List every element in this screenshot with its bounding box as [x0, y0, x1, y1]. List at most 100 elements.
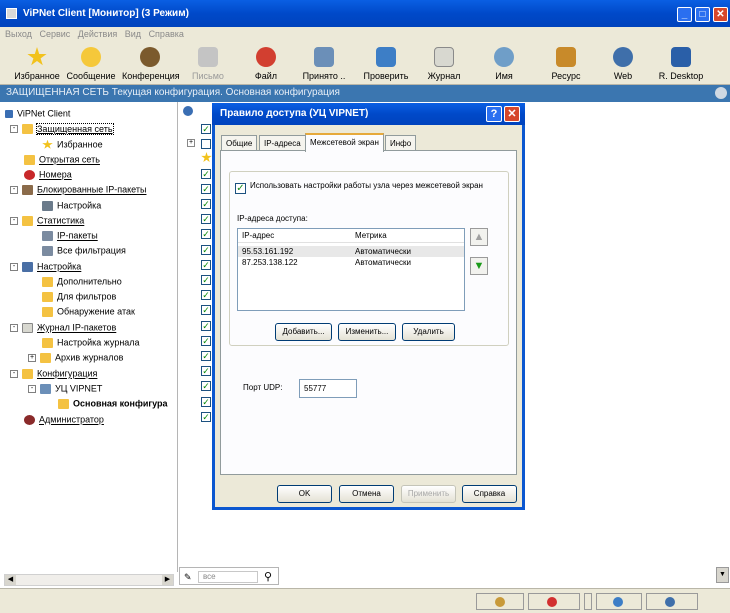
toolbar-received-button[interactable]: Принято .. — [300, 47, 348, 81]
expand-toggle[interactable]: + — [28, 353, 36, 362]
toolbar-file-button[interactable]: Файл — [246, 47, 286, 81]
scroll-down-arrow[interactable]: ▼ — [716, 567, 729, 583]
toolbar-favorites-button[interactable]: Избранное — [14, 47, 60, 81]
tab-general[interactable]: Общие — [221, 135, 258, 151]
tree-item-configuration[interactable]: - Конфигурация — [10, 366, 97, 380]
tree-item-main-configuration[interactable]: Основная конфигура — [58, 396, 168, 410]
toolbar-check-button[interactable]: Проверить — [360, 47, 412, 81]
node-checkbox[interactable]: ✓ — [201, 321, 211, 331]
expand-toggle[interactable]: - — [28, 384, 36, 393]
node-checkbox[interactable]: ✓ — [201, 397, 211, 407]
tree-item-statistics[interactable]: - Статистика — [10, 213, 84, 227]
dialog-close-button[interactable]: ✕ — [504, 106, 520, 122]
node-checkbox[interactable]: ✓ — [201, 381, 211, 391]
node-checkbox[interactable]: ✓ — [201, 124, 211, 134]
expand-toggle[interactable]: - — [10, 369, 18, 378]
delete-button[interactable]: Удалить — [402, 323, 455, 341]
toolbar-web-button[interactable]: Web — [606, 47, 640, 81]
scroll-right-arrow[interactable]: ▶ — [162, 575, 173, 585]
help-button[interactable]: Справка — [462, 485, 517, 503]
expand-toggle[interactable]: - — [10, 323, 18, 332]
status-mail-button[interactable] — [596, 593, 642, 610]
status-user-button[interactable] — [476, 593, 524, 610]
edit-button[interactable]: Изменить... — [338, 323, 396, 341]
node-checkbox[interactable]: ✓ — [201, 260, 211, 270]
tree-item-additional[interactable]: Дополнительно — [42, 274, 122, 288]
tree-root[interactable]: ViPNet Client — [5, 106, 70, 120]
status-block-button[interactable] — [528, 593, 580, 610]
toolbar-journal-button[interactable]: Журнал — [424, 47, 464, 81]
ok-button[interactable]: OK — [277, 485, 332, 503]
search-icon[interactable]: ⚲ — [264, 570, 272, 583]
tab-ip-addresses[interactable]: IP-адреса — [259, 135, 306, 151]
list-expand-toggle[interactable]: + — [187, 139, 195, 147]
tab-firewall[interactable]: Межсетевой экран — [305, 133, 384, 152]
column-ip-address[interactable]: IP-адрес — [242, 231, 274, 240]
node-checkbox[interactable]: ✓ — [201, 184, 211, 194]
expand-toggle[interactable]: - — [10, 262, 18, 271]
node-checkbox[interactable]: ✓ — [201, 351, 211, 361]
menu-service[interactable]: Сервис — [39, 29, 70, 39]
menu-exit[interactable]: Выход — [5, 29, 32, 39]
tree-item-blocked-settings[interactable]: Настройка — [42, 198, 101, 212]
search-input[interactable]: все — [198, 571, 258, 583]
node-checkbox[interactable]: ✓ — [201, 275, 211, 285]
cancel-button[interactable]: Отмена — [339, 485, 394, 503]
toolbar-resource-button[interactable]: Ресурс — [546, 47, 586, 81]
node-checkbox[interactable]: ✓ — [201, 199, 211, 209]
expand-toggle[interactable]: - — [10, 185, 18, 194]
status-arrow[interactable] — [584, 593, 592, 610]
node-checkbox[interactable] — [201, 139, 211, 149]
tree-item-journal-archive[interactable]: + Архив журналов — [28, 350, 123, 364]
toolbar-conference-button[interactable]: Конференция — [122, 47, 180, 81]
ip-list-row[interactable]: 95.53.161.192 Автоматически — [238, 246, 464, 257]
tree-item-numbers[interactable]: Номера — [24, 167, 72, 181]
toolbar-message-button[interactable]: Сообщение — [66, 47, 116, 81]
ip-list-row[interactable]: 87.253.138.122 Автоматически — [238, 257, 464, 268]
tree-item-uc-vipnet[interactable]: - УЦ VIPNET — [28, 381, 102, 395]
tree-item-settings[interactable]: - Настройка — [10, 259, 81, 273]
use-firewall-checkbox[interactable]: ✓ — [235, 183, 246, 194]
scroll-left-arrow[interactable]: ◀ — [5, 575, 16, 585]
node-checkbox[interactable]: ✓ — [201, 214, 211, 224]
tree-item-ip-journal[interactable]: - Журнал IP-пакетов — [10, 320, 116, 334]
tree-item-protected-network[interactable]: - Защищенная сеть — [10, 121, 114, 135]
minimize-button[interactable]: _ — [677, 7, 692, 22]
column-metric[interactable]: Метрика — [355, 231, 387, 240]
menu-help[interactable]: Справка — [149, 29, 184, 39]
tree-item-journal-settings[interactable]: Настройка журнала — [42, 335, 140, 349]
menu-view[interactable]: Вид — [125, 29, 141, 39]
ip-address-list[interactable]: IP-адрес Метрика 95.53.161.192 Автоматич… — [237, 228, 465, 311]
toolbar-remote-desktop-button[interactable]: R. Desktop — [655, 47, 707, 81]
node-checkbox[interactable]: ✓ — [201, 229, 211, 239]
tree-item-filtering[interactable]: Все фильтрация — [42, 243, 126, 257]
tree-item-ip-packets[interactable]: IP-пакеты — [42, 228, 98, 242]
node-checkbox[interactable]: ✓ — [201, 245, 211, 255]
node-checkbox[interactable]: ✓ — [201, 305, 211, 315]
tree-item-administrator[interactable]: Администратор — [24, 412, 104, 426]
tree-item-favorites[interactable]: Избранное — [42, 137, 103, 151]
menu-actions[interactable]: Действия — [78, 29, 117, 39]
tree-item-filters[interactable]: Для фильтров — [42, 289, 116, 303]
node-checkbox[interactable]: ✓ — [201, 290, 211, 300]
dialog-help-button[interactable]: ? — [486, 106, 502, 122]
tab-info[interactable]: Инфо — [385, 135, 417, 151]
maximize-button[interactable]: □ — [695, 7, 710, 22]
toolbar-name-button[interactable]: Имя — [486, 47, 522, 81]
move-down-button[interactable]: ▼ — [470, 257, 488, 275]
tree-item-open-network[interactable]: Открытая сеть — [24, 152, 100, 166]
toolbar-letter-button[interactable]: Письмо — [188, 47, 228, 81]
udp-port-input[interactable]: 55777 — [299, 379, 357, 398]
tree-item-attack-detection[interactable]: Обнаружение атак — [42, 304, 135, 318]
move-up-button[interactable]: ▲ — [470, 228, 488, 246]
expand-toggle[interactable]: - — [10, 124, 18, 133]
apply-button[interactable]: Применить — [401, 485, 456, 503]
close-button[interactable]: ✕ — [713, 7, 728, 22]
node-checkbox[interactable]: ✓ — [201, 366, 211, 376]
tree-item-blocked-packets[interactable]: - Блокированные IP-пакеты — [10, 182, 146, 196]
status-transport-button[interactable] — [646, 593, 698, 610]
node-checkbox[interactable]: ✓ — [201, 412, 211, 422]
node-checkbox[interactable]: ✓ — [201, 169, 211, 179]
add-button[interactable]: Добавить... — [275, 323, 332, 341]
tree-horizontal-scrollbar[interactable]: ◀ ▶ — [4, 574, 174, 586]
